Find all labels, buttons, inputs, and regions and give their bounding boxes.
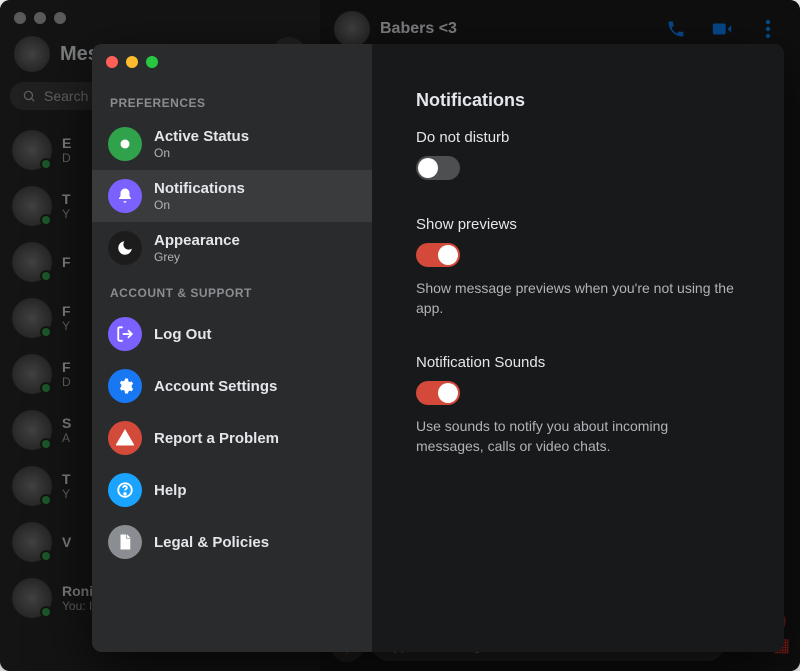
chat-name: T	[62, 471, 71, 487]
previews-toggle[interactable]	[416, 243, 460, 267]
nav-log-out[interactable]: Log Out	[92, 308, 372, 360]
chat-name: F	[62, 254, 71, 270]
dnd-toggle[interactable]	[416, 156, 460, 180]
moon-icon	[108, 231, 142, 265]
info-button[interactable]	[750, 11, 786, 47]
dialog-window-controls	[106, 56, 158, 68]
gear-icon	[108, 369, 142, 403]
search-placeholder: Search	[44, 88, 88, 104]
video-call-button[interactable]	[704, 11, 740, 47]
section-account: ACCOUNT & SUPPORT	[92, 274, 372, 308]
maximize-window-icon[interactable]	[54, 12, 66, 24]
chat-preview: A	[62, 431, 71, 445]
search-icon	[22, 89, 36, 103]
setting-dnd: Do not disturb	[416, 129, 740, 180]
chat-preview: Y	[62, 319, 71, 333]
call-button[interactable]	[658, 11, 694, 47]
chat-title: Babers <3	[380, 20, 648, 38]
app-window: Messenger Search E D T Y F F	[0, 0, 800, 671]
sounds-toggle[interactable]	[416, 381, 460, 405]
presence-icon	[40, 326, 52, 338]
close-window-icon[interactable]	[14, 12, 26, 24]
avatar	[12, 578, 52, 618]
chat-name: E	[62, 135, 71, 151]
setting-previews: Show previews Show message previews when…	[416, 216, 740, 318]
presence-icon	[40, 550, 52, 562]
nav-legal[interactable]: Legal & Policies	[92, 516, 372, 568]
avatar	[12, 466, 52, 506]
document-icon	[108, 525, 142, 559]
avatar	[12, 130, 52, 170]
avatar	[12, 410, 52, 450]
bell-icon	[108, 179, 142, 213]
nav-account-settings[interactable]: Account Settings	[92, 360, 372, 412]
alert-icon	[108, 421, 142, 455]
avatar	[12, 242, 52, 282]
avatar	[12, 186, 52, 226]
presence-icon	[40, 158, 52, 170]
previews-desc: Show message previews when you're not us…	[416, 279, 736, 318]
preferences-content: Notifications Do not disturb Show previe…	[372, 44, 784, 652]
active-status-icon	[108, 127, 142, 161]
maximize-dialog-icon[interactable]	[146, 56, 158, 68]
presence-icon	[40, 494, 52, 506]
sounds-desc: Use sounds to notify you about incoming …	[416, 417, 736, 456]
nav-report-problem[interactable]: Report a Problem	[92, 412, 372, 464]
chat-preview: D	[62, 151, 71, 165]
nav-appearance[interactable]: AppearanceGrey	[92, 222, 372, 274]
nav-notifications[interactable]: NotificationsOn	[92, 170, 372, 222]
minimize-window-icon[interactable]	[34, 12, 46, 24]
window-controls	[14, 12, 66, 24]
chat-preview: D	[62, 375, 71, 389]
avatar	[12, 298, 52, 338]
setting-sounds: Notification Sounds Use sounds to notify…	[416, 354, 740, 456]
nav-active-status[interactable]: Active StatusOn	[92, 118, 372, 170]
chat-name: F	[62, 303, 71, 319]
previews-label: Show previews	[416, 216, 740, 233]
chat-preview: Y	[62, 487, 71, 501]
nav-help[interactable]: Help	[92, 464, 372, 516]
chat-name: S	[62, 415, 71, 431]
chat-name: T	[62, 191, 71, 207]
content-title: Notifications	[416, 90, 740, 111]
presence-icon	[40, 606, 52, 618]
close-dialog-icon[interactable]	[106, 56, 118, 68]
chat-name: F	[62, 359, 71, 375]
sounds-label: Notification Sounds	[416, 354, 740, 371]
chat-name: V	[62, 534, 71, 550]
chat-avatar[interactable]	[334, 11, 370, 47]
logout-icon	[108, 317, 142, 351]
minimize-dialog-icon[interactable]	[126, 56, 138, 68]
section-preferences: PREFERENCES	[92, 84, 372, 118]
preferences-nav: PREFERENCES Active StatusOn Notification…	[92, 44, 372, 652]
dnd-label: Do not disturb	[416, 129, 740, 146]
avatar	[12, 354, 52, 394]
presence-icon	[40, 382, 52, 394]
chat-preview: Y	[62, 207, 71, 221]
presence-icon	[40, 438, 52, 450]
avatar[interactable]	[14, 36, 50, 72]
presence-icon	[40, 270, 52, 282]
help-icon	[108, 473, 142, 507]
presence-icon	[40, 214, 52, 226]
preferences-dialog: PREFERENCES Active StatusOn Notification…	[92, 44, 784, 652]
avatar	[12, 522, 52, 562]
